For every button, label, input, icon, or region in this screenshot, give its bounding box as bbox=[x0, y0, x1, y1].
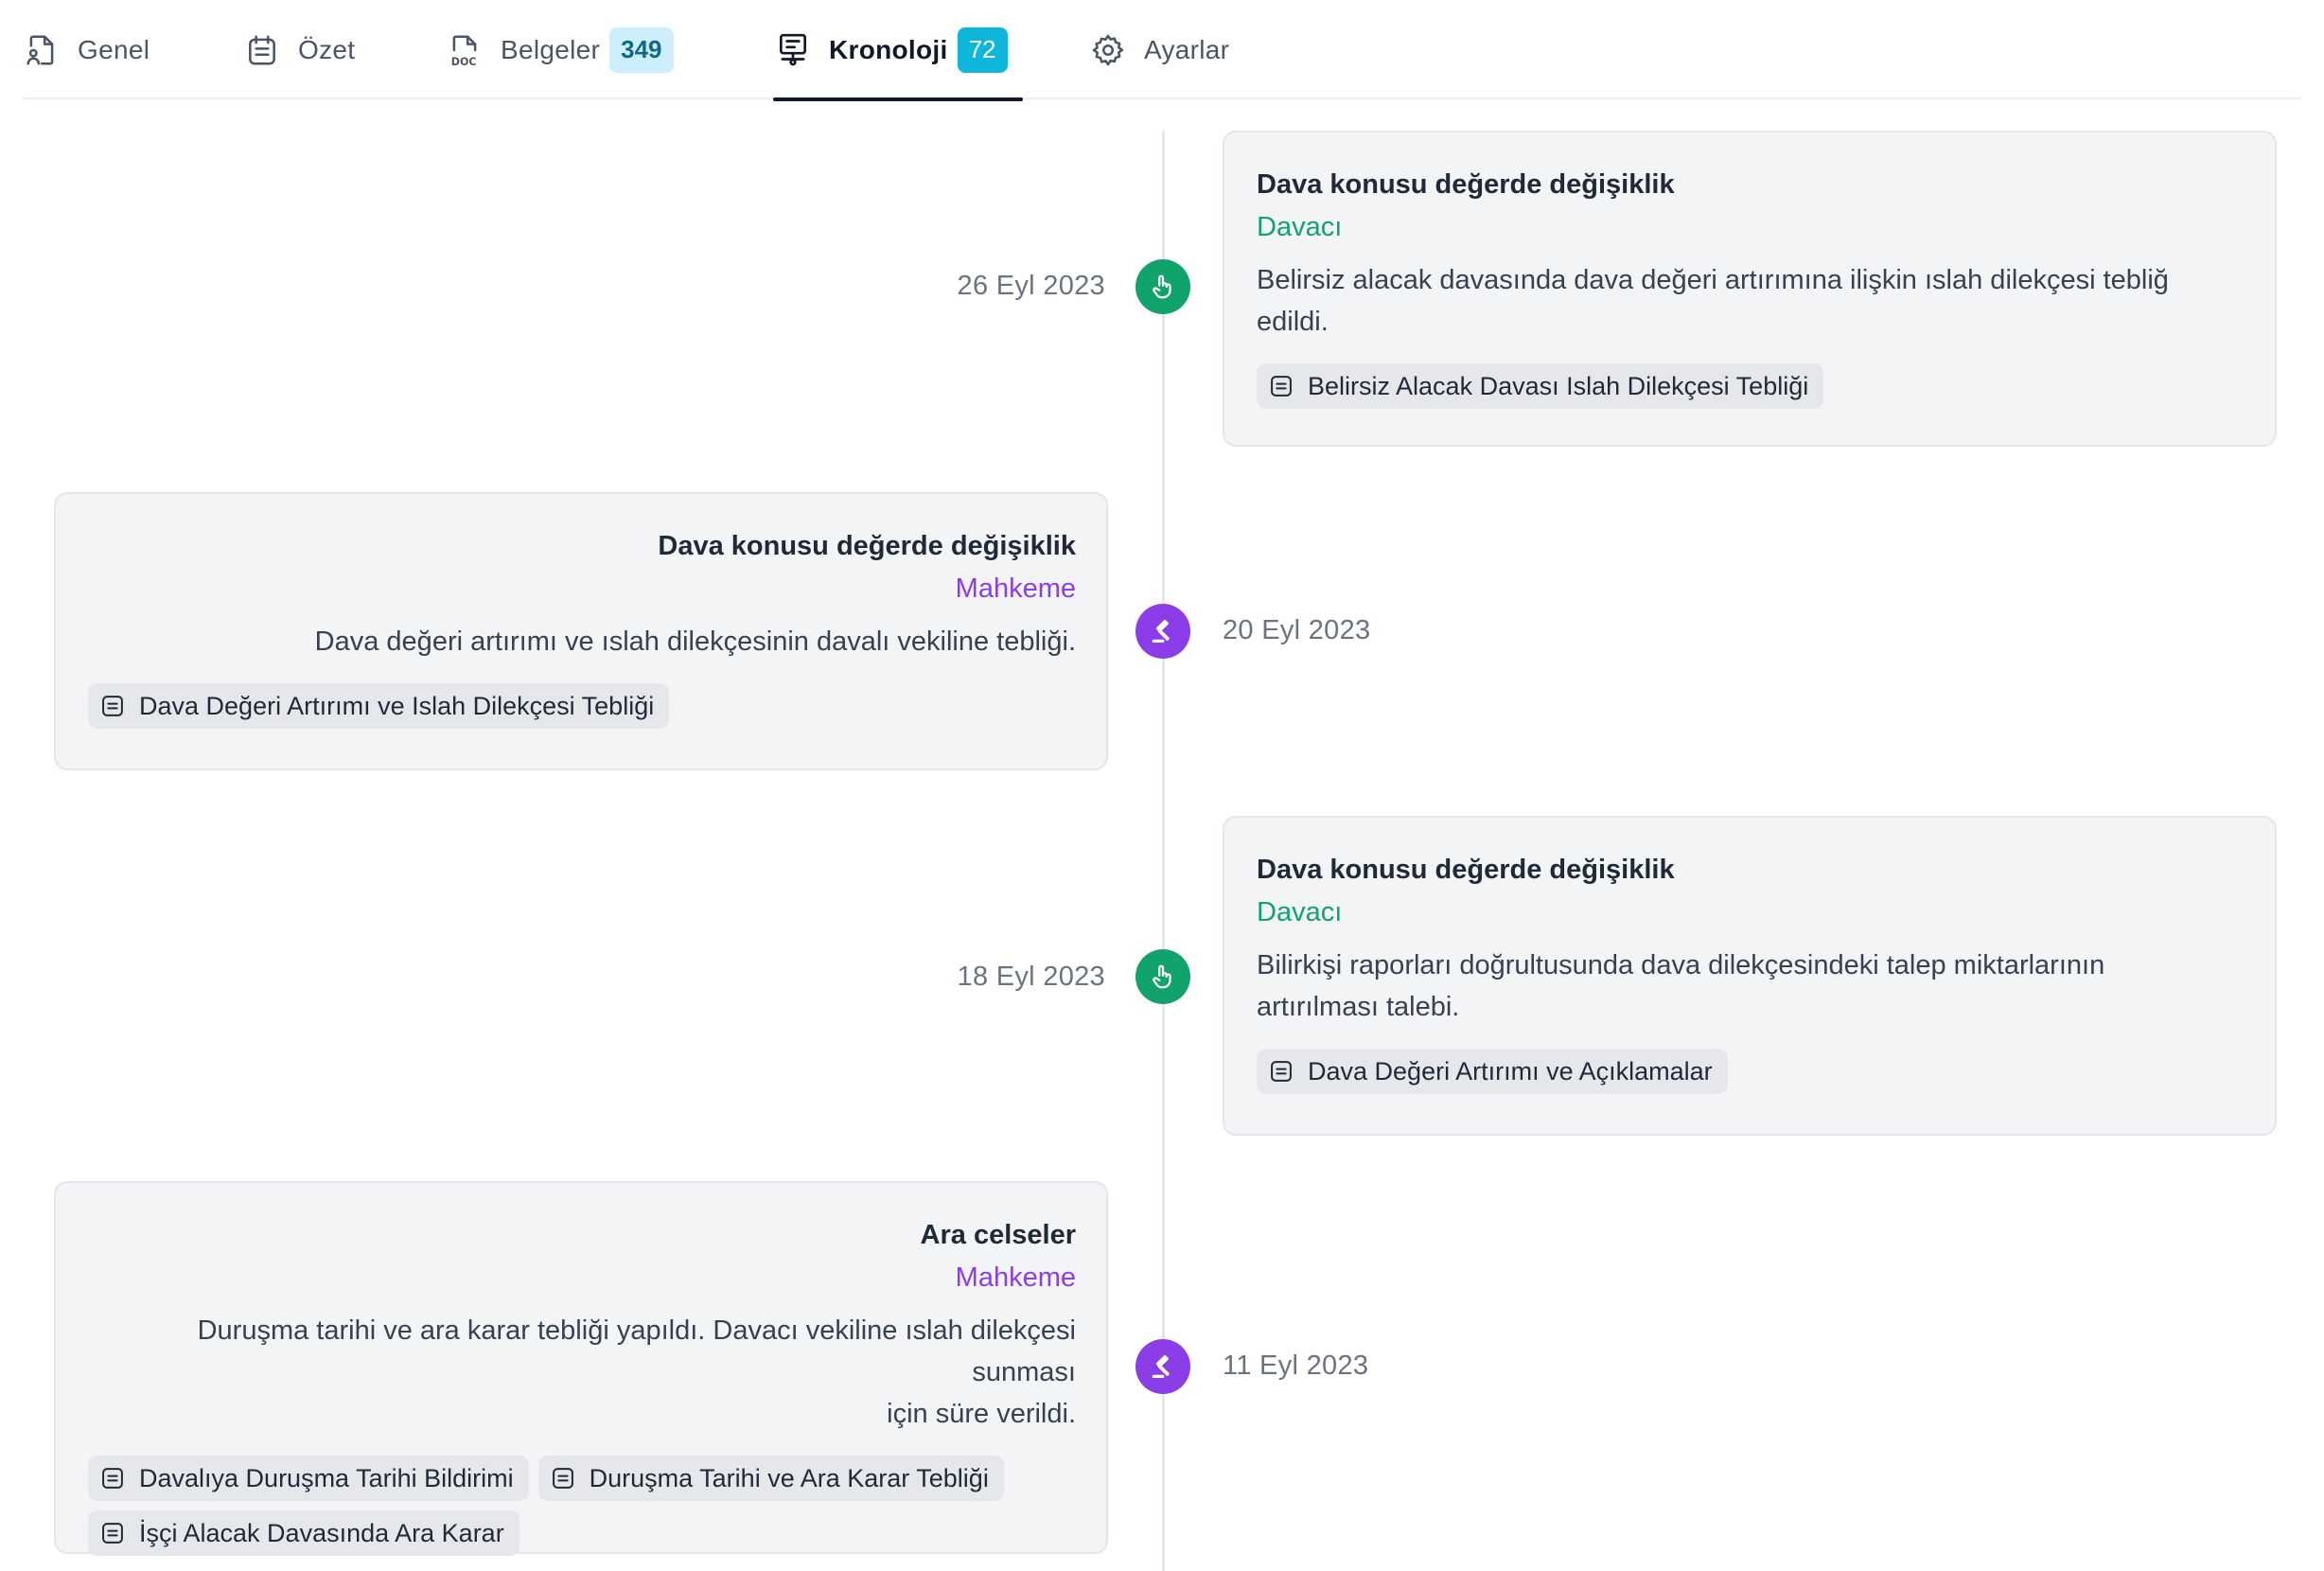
event-description: Duruşma tarihi ve ara karar tebliği yapı… bbox=[88, 1310, 1076, 1435]
event-actor: Davacı bbox=[1257, 212, 1343, 242]
document-chip-label: Dava Değeri Artırımı ve Açıklamalar bbox=[1308, 1056, 1713, 1086]
document-chip-label: İşçi Alacak Davasında Ara Karar bbox=[139, 1518, 504, 1547]
event-date: 18 Eyl 2023 bbox=[957, 962, 1105, 992]
calendar-list-icon bbox=[244, 32, 280, 68]
tab-ozet[interactable]: Özet bbox=[244, 0, 355, 99]
event-description: Bilirkişi raporları doğrultusunda dava d… bbox=[1257, 944, 2245, 1028]
description-line: edildi. bbox=[1257, 307, 1329, 337]
description-line: artırılması talebi. bbox=[1257, 992, 1460, 1022]
event-title: Dava konusu değerde değişiklik bbox=[1257, 169, 1675, 200]
document-icon bbox=[102, 696, 123, 716]
event-date: 26 Eyl 2023 bbox=[957, 271, 1105, 301]
timeline-event-card[interactable]: Dava konusu değerde değişiklik Davacı Be… bbox=[1223, 131, 2277, 447]
file-user-icon bbox=[24, 32, 60, 68]
tab-label: Belgeler bbox=[501, 34, 601, 64]
timeline-event-card[interactable]: Dava konusu değerde değişiklik Davacı Bi… bbox=[1223, 816, 2277, 1136]
document-chip-list: Dava Değeri Artırımı ve Islah Dilekçesi … bbox=[88, 683, 1076, 729]
hand-pointer-icon bbox=[1153, 964, 1171, 989]
document-icon bbox=[102, 1468, 123, 1489]
document-chip[interactable]: Dava Değeri Artırımı ve Islah Dilekçesi … bbox=[88, 683, 670, 729]
document-chip[interactable]: Dava Değeri Artırımı ve Açıklamalar bbox=[1257, 1049, 1728, 1094]
document-chip[interactable]: Duruşma Tarihi ve Ara Karar Tebliği bbox=[537, 1456, 1004, 1501]
description-line: Bilirkişi raporları doğrultusunda dava d… bbox=[1257, 950, 2105, 980]
hand-pointer-icon bbox=[1153, 274, 1171, 299]
timeline-event-card[interactable]: Ara celseler Mahkeme Duruşma tarihi ve a… bbox=[54, 1181, 1108, 1556]
tab-belgeler[interactable]: DOC Belgeler 349 bbox=[447, 0, 674, 99]
document-chip-label: Davalıya Duruşma Tarihi Bildirimi bbox=[139, 1463, 514, 1492]
event-title: Dava konusu değerde değişiklik bbox=[658, 531, 1076, 561]
tab-ayarlar[interactable]: Ayarlar bbox=[1090, 0, 1229, 99]
tab-label: Özet bbox=[298, 34, 356, 64]
document-chip-label: Dava Değeri Artırımı ve Islah Dilekçesi … bbox=[139, 691, 655, 720]
gavel-icon bbox=[1152, 619, 1170, 643]
document-chip[interactable]: Belirsiz Alacak Davası Islah Dilekçesi T… bbox=[1257, 363, 1824, 409]
event-date: 11 Eyl 2023 bbox=[1223, 1350, 1369, 1381]
document-chip-list: Belirsiz Alacak Davası Islah Dilekçesi T… bbox=[1257, 363, 2245, 409]
document-chip[interactable]: İşçi Alacak Davasında Ara Karar bbox=[88, 1510, 519, 1556]
document-icon bbox=[1271, 376, 1292, 397]
gavel-icon bbox=[1152, 1354, 1170, 1378]
description-line: Duruşma tarihi ve ara karar tebliği yapı… bbox=[197, 1315, 1076, 1387]
timeline-event-card[interactable]: Dava konusu değerde değişiklik Mahkeme D… bbox=[54, 492, 1108, 770]
doc-file-icon: DOC bbox=[447, 32, 483, 68]
event-date: 20 Eyl 2023 bbox=[1223, 615, 1371, 645]
tab-bar: Genel Özet DOC Belgeler 349 Kronoloji 72… bbox=[24, 0, 2300, 101]
event-description: Dava değeri artırımı ve ıslah dilekçesin… bbox=[88, 621, 1076, 662]
event-actor: Mahkeme bbox=[955, 1262, 1076, 1293]
event-actor: Mahkeme bbox=[955, 574, 1076, 604]
document-chip-list: Dava Değeri Artırımı ve Açıklamalar bbox=[1257, 1049, 2245, 1094]
tab-label: Genel bbox=[78, 34, 150, 64]
court-event-marker bbox=[1136, 1339, 1190, 1394]
description-line: Belirsiz alacak davasında dava değeri ar… bbox=[1257, 265, 2169, 295]
description-line: için süre verildi. bbox=[887, 1399, 1076, 1429]
document-icon bbox=[1271, 1061, 1292, 1082]
document-chip-label: Belirsiz Alacak Davası Islah Dilekçesi T… bbox=[1308, 371, 1809, 400]
event-title: Ara celseler bbox=[920, 1220, 1076, 1250]
document-icon bbox=[102, 1523, 123, 1544]
document-chip-label: Duruşma Tarihi ve Ara Karar Tebliği bbox=[589, 1463, 989, 1492]
tab-genel[interactable]: Genel bbox=[24, 0, 150, 99]
document-chip[interactable]: Davalıya Duruşma Tarihi Bildirimi bbox=[88, 1456, 529, 1501]
documents-count-badge: 349 bbox=[609, 26, 674, 73]
description-line: Dava değeri artırımı ve ıslah dilekçesin… bbox=[314, 627, 1076, 657]
svg-text:DOC: DOC bbox=[451, 55, 477, 67]
gear-icon bbox=[1090, 32, 1126, 68]
event-description: Belirsiz alacak davasında dava değeri ar… bbox=[1257, 259, 2245, 343]
event-title: Dava konusu değerde değişiklik bbox=[1257, 855, 1675, 885]
tab-label: Kronoloji bbox=[829, 34, 948, 64]
event-actor: Davacı bbox=[1257, 897, 1343, 927]
plaintiff-event-marker bbox=[1136, 259, 1190, 314]
timeline-count-badge: 72 bbox=[957, 26, 1008, 73]
plaintiff-event-marker bbox=[1136, 949, 1190, 1004]
timeline-icon bbox=[775, 32, 811, 68]
tab-label: Ayarlar bbox=[1144, 34, 1230, 64]
court-event-marker bbox=[1136, 604, 1190, 659]
document-icon bbox=[552, 1468, 573, 1489]
tab-kronoloji[interactable]: Kronoloji 72 bbox=[773, 0, 1022, 101]
document-chip-list: Davalıya Duruşma Tarihi Bildirimi Duruşm… bbox=[88, 1456, 1034, 1556]
